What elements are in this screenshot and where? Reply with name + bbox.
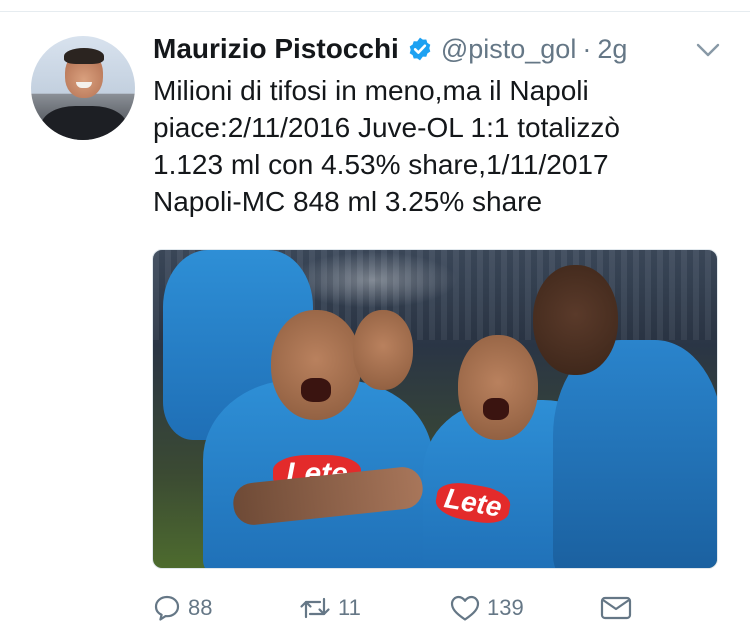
tweet-timestamp[interactable]: 2g	[597, 34, 627, 65]
like-button[interactable]: 139	[449, 591, 524, 625]
reply-button[interactable]: 88	[152, 591, 212, 625]
tweet-photo[interactable]: Lete Lete	[152, 249, 718, 569]
top-divider	[0, 11, 750, 12]
author-handle[interactable]: @pisto_gol	[441, 34, 577, 65]
player-mouth	[483, 398, 509, 420]
verified-badge-icon	[407, 36, 433, 62]
author-name[interactable]: Maurizio Pistocchi	[153, 33, 399, 65]
direct-message-button[interactable]	[599, 591, 633, 625]
player-face	[533, 265, 618, 375]
tweet-text: Milioni di tifosi in meno,ma il Napoli p…	[153, 75, 620, 217]
like-count: 139	[487, 595, 524, 620]
reply-count: 88	[188, 595, 213, 620]
heart-icon	[449, 593, 481, 623]
header-separator: ·	[582, 33, 592, 64]
player-face	[458, 335, 538, 440]
tweet-actions: 88 11 139	[152, 591, 712, 625]
player-face	[271, 310, 361, 420]
retweet-count: 11	[338, 595, 361, 620]
reply-icon	[152, 593, 182, 623]
tweet-header: Maurizio Pistocchi @pisto_gol · 2g	[153, 28, 627, 70]
envelope-icon	[599, 593, 633, 623]
avatar-shirt	[41, 106, 127, 140]
chevron-down-icon[interactable]	[694, 38, 722, 62]
player-mouth	[301, 378, 331, 402]
avatar[interactable]	[31, 36, 135, 140]
retweet-icon	[298, 593, 332, 623]
retweet-button[interactable]: 11	[298, 591, 361, 625]
avatar-hair	[64, 48, 104, 64]
player-face	[353, 310, 413, 390]
